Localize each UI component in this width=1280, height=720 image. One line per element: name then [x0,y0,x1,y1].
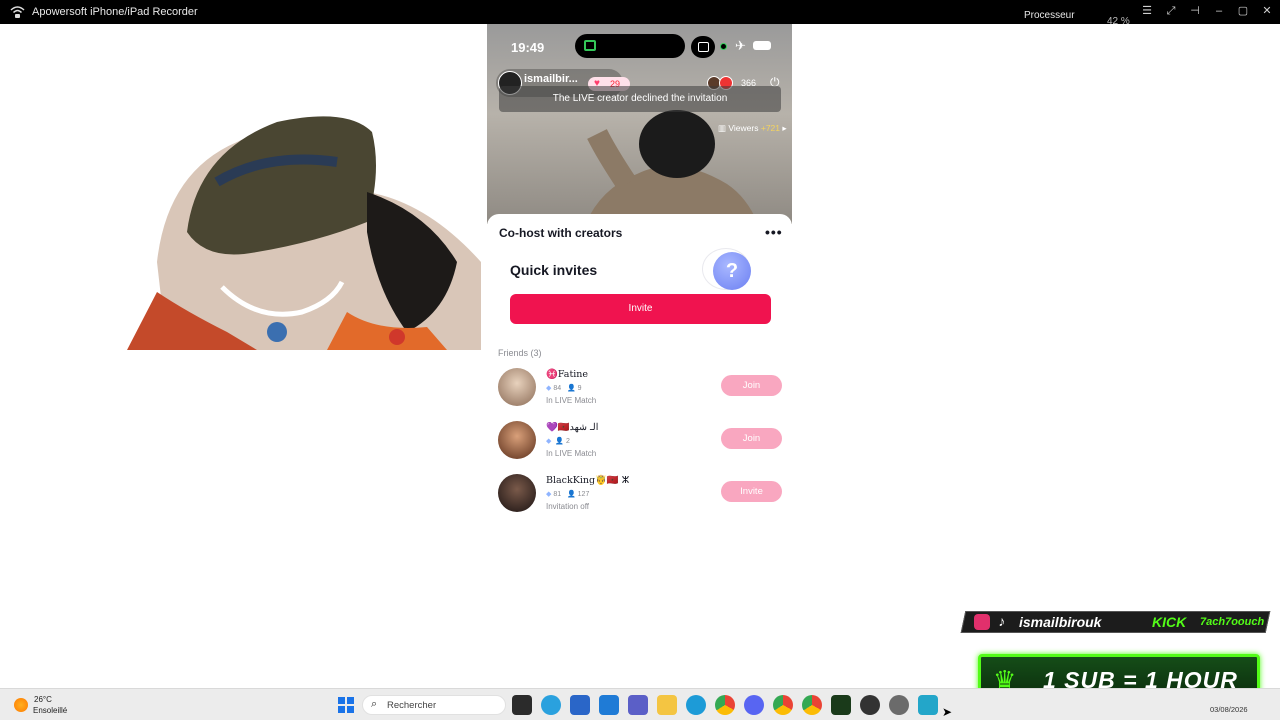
friend-people: 127 [577,491,590,498]
chrome-icon[interactable] [802,695,822,715]
airplane-mode-icon: ✈ [735,38,746,53]
close-icon[interactable]: ✕ [1260,4,1274,18]
maximize-icon[interactable]: ▢ [1236,4,1250,18]
join-button[interactable]: Join [721,428,782,449]
weather-temperature: 26°C [34,695,52,704]
friend-stats: ◆ 81 👤 127 [546,490,589,498]
phone-screen: 19:49 ✈ ismailbir... ♥ 29 366 ⏻ The LIVE… [487,24,792,524]
friend-name: ♓Fatine [546,369,589,380]
taskbar: 26°C Ensoleillé ⌕ Rechercher 03/08/2026 [0,688,1280,720]
join-button[interactable]: Join [721,375,782,396]
more-options-icon[interactable]: ••• [765,224,783,240]
cohost-sheet: Co-host with creators ••• Quick invites … [487,214,792,524]
friend-name: BlackKing🤴🇲🇦 ⵣ [546,475,630,486]
edge-icon[interactable] [686,695,706,715]
person-icon: 👤 [566,491,576,498]
avatar[interactable] [498,421,536,459]
toast-message: The LIVE creator declined the invitation [499,86,781,112]
stream-person-image [585,110,759,224]
search-placeholder: Rechercher [387,700,437,711]
friend-stats: ◆ 👤 2 [546,437,570,445]
viewers-label: Viewers [728,123,759,133]
list-item: ♓Fatine ◆ 84 👤 9 In LIVE Match Join [498,366,788,408]
windows-start-icon[interactable] [338,697,354,713]
friend-status: Invitation off [546,502,589,511]
streamer-image [127,116,481,350]
pin-icon[interactable]: ⊣ [1188,4,1202,18]
chart-icon: ▥ [718,123,727,133]
social-handle: ismailbirouk [1019,614,1102,630]
telegram-icon[interactable] [541,695,561,715]
gem-icon: ◆ [546,491,552,498]
wifi-recorder-icon [10,6,25,18]
airplay-icon [584,40,596,51]
list-icon[interactable]: ☰ [1140,4,1154,18]
app-titlebar: Apowersoft iPhone/iPad Recorder Processe… [0,0,1280,27]
cpu-label: Processeur [1024,10,1075,21]
friend-gems: 84 [553,385,562,392]
viewers-delta: +721 [760,123,781,133]
obs-icon[interactable] [860,695,880,715]
recorder-app-icon[interactable] [918,695,938,715]
social-handles-banner: ♪ ismailbirouk KICK 7ach7oouch [960,611,1271,633]
question-icon[interactable]: ? [713,252,751,290]
friend-status: In LIVE Match [546,396,597,405]
taskbar-search[interactable]: ⌕ Rechercher [362,695,506,715]
chevron-right-icon: ▸ [782,123,787,133]
task-view-icon[interactable] [512,695,532,715]
sun-icon[interactable] [14,698,28,712]
person-icon: 👤 [566,385,576,392]
status-time: 19:49 [511,40,545,55]
chrome-icon[interactable] [715,695,735,715]
friend-stats: ◆ 84 👤 9 [546,384,582,392]
avatar[interactable] [498,368,536,406]
minimize-icon[interactable]: – [1212,4,1226,18]
fullscreen-icon[interactable]: ⤢ [1164,4,1178,18]
search-icon: ⌕ [371,698,378,710]
dynamic-island [575,34,685,58]
webcam-feed [127,112,481,350]
invite-button[interactable]: Invite [510,294,771,324]
outlook-icon[interactable] [599,695,619,715]
settings-icon[interactable] [889,695,909,715]
tiktok-icon: ♪ [998,613,1006,629]
gem-icon: ◆ [546,385,552,392]
friend-people: 2 [565,438,570,445]
friend-name: 💜🇲🇦الـ شهد [546,422,599,433]
instagram-icon [974,614,990,630]
mouse-cursor-icon: ➤ [942,705,953,719]
kick-label: KICK [1152,614,1187,630]
weather-condition: Ensoleillé [33,706,68,715]
chrome-icon[interactable] [773,695,793,715]
avatar[interactable] [498,474,536,512]
creator-name: ismailbir... [524,73,578,85]
friend-status: In LIVE Match [546,449,597,458]
list-item: BlackKing🤴🇲🇦 ⵣ ◆ 81 👤 127 Invitation off… [498,472,788,514]
friend-gems: 81 [553,491,562,498]
battery-icon [753,41,771,50]
person-icon: 👤 [555,438,565,445]
quick-invites-title: Quick invites [510,262,598,278]
media-app-icon[interactable] [831,695,851,715]
kick-handle: 7ach7oouch [1200,616,1265,628]
discord-icon[interactable] [744,695,764,715]
teams-icon[interactable] [628,695,648,715]
app-title: Apowersoft iPhone/iPad Recorder [32,6,198,18]
invite-friend-button[interactable]: Invite [721,481,782,502]
system-date: 03/08/2026 [1210,705,1248,714]
taskbar-apps [512,695,938,715]
list-item: 💜🇲🇦الـ شهد ◆ 👤 2 In LIVE Match Join [498,419,788,461]
store-icon[interactable] [570,695,590,715]
gem-icon: ◆ [546,438,552,445]
friend-people: 9 [577,385,582,392]
file-explorer-icon[interactable] [657,695,677,715]
camera-indicator-icon [720,43,727,50]
cpu-value: 42 % [1107,16,1130,27]
sheet-title: Co-host with creators [499,226,623,240]
live-stream-view: 19:49 ✈ ismailbir... ♥ 29 366 ⏻ The LIVE… [487,24,792,224]
viewers-ranking[interactable]: ▥ Viewers +721 ▸ [718,123,787,134]
friends-label: Friends (3) [498,348,542,358]
window-controls: ☰ ⤢ ⊣ – ▢ ✕ [1140,4,1274,18]
screen-mirroring-icon [691,36,715,58]
